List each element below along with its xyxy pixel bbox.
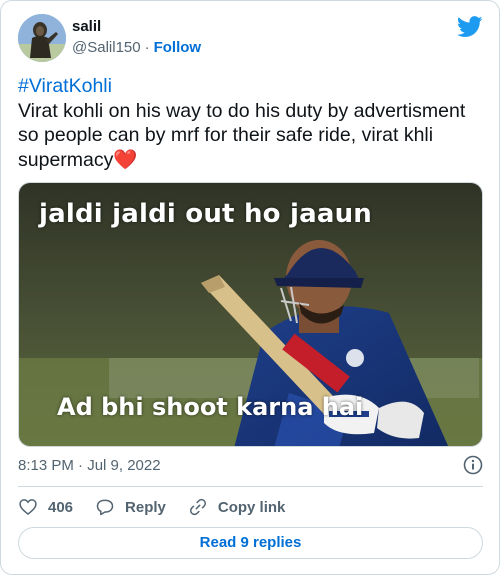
tweet-card: salil @Salil150 · Follow #ViratKohli Virat… (0, 0, 500, 575)
tweet-timestamp[interactable]: 8:13 PM · Jul 9, 2022 (18, 457, 161, 474)
avatar[interactable] (18, 14, 66, 62)
like-button[interactable]: 406 (18, 497, 73, 517)
follow-button[interactable]: Follow (154, 39, 202, 56)
meme-caption-top: jaldi jaldi out ho jaaun (39, 199, 372, 229)
copy-link-button[interactable]: Copy link (188, 497, 286, 517)
separator-dot: · (144, 39, 150, 56)
author-name[interactable]: salil (72, 18, 101, 35)
action-bar: 406 Reply Copy link (18, 496, 307, 518)
heart-emoji: ❤️ (113, 148, 138, 171)
hashtag-link[interactable]: #ViratKohli (18, 74, 486, 99)
tweet-media[interactable]: jaldi jaldi out ho jaaun Ad bhi shoot ka… (18, 182, 483, 447)
twitter-bird-icon[interactable] (457, 16, 483, 38)
read-replies-button[interactable]: Read 9 replies (18, 527, 483, 559)
tweet-text: #ViratKohli Virat kohli on his way to do… (18, 74, 486, 172)
author-handle[interactable]: @Salil150 (72, 39, 141, 56)
avatar-image (18, 14, 66, 62)
info-icon[interactable] (463, 455, 483, 475)
link-icon (189, 498, 206, 516)
like-count: 406 (48, 498, 74, 516)
divider (18, 486, 483, 487)
meme-caption-bottom: Ad bhi shoot karna hai (57, 393, 364, 421)
tweet-body: Virat kohli on his way to do his duty by… (18, 99, 466, 171)
author-handle-row: @Salil150 · Follow (72, 39, 201, 56)
reply-label: Reply (125, 498, 166, 516)
reply-bubble-icon (96, 499, 114, 516)
heart-icon (19, 499, 37, 516)
copy-link-label: Copy link (217, 498, 286, 516)
reply-button[interactable]: Reply (95, 497, 166, 517)
